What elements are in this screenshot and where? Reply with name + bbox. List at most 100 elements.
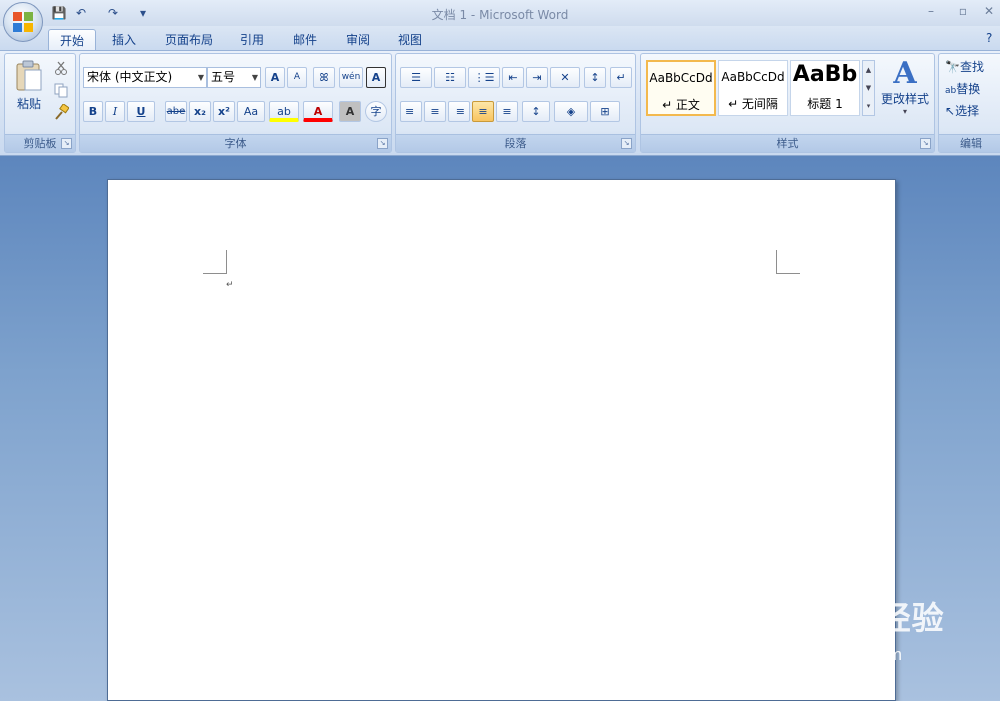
italic-button[interactable]: I <box>105 101 125 122</box>
font-name-value: 宋体 (中文正文) <box>87 70 173 84</box>
title-bar: 文档 1 - Microsoft Word 💾 ↶ ↷ ▾ – ▫ ✕ <box>0 0 1000 26</box>
strikethrough-button[interactable]: abe <box>165 101 187 122</box>
paragraph-launcher-icon[interactable]: ↘ <box>621 138 632 149</box>
enclose-char-button[interactable]: 字 <box>365 101 387 122</box>
change-styles-label: 更改样式 <box>880 92 929 106</box>
tab-page-layout[interactable]: 页面布局 <box>154 29 224 51</box>
tab-view[interactable]: 视图 <box>387 29 433 51</box>
borders-button[interactable]: ⊞ <box>590 101 620 122</box>
cut-icon[interactable] <box>53 60 69 76</box>
font-group-label: 字体 <box>80 134 391 152</box>
style-sample: AaBbCcDd <box>721 70 785 84</box>
minimize-button[interactable]: – <box>920 2 942 20</box>
bold-button[interactable]: B <box>83 101 103 122</box>
underline-button[interactable]: U <box>127 101 155 122</box>
font-name-combo[interactable]: 宋体 (中文正文) ▼ <box>83 67 207 88</box>
close-button[interactable]: ✕ <box>978 2 1000 20</box>
show-marks-button[interactable]: ↵ <box>610 67 632 88</box>
office-button[interactable] <box>3 2 43 42</box>
align-right-button[interactable]: ≡ <box>448 101 470 122</box>
grow-font-button[interactable]: A <box>265 67 285 88</box>
cursor-icon: ↖ <box>945 104 956 118</box>
undo-icon[interactable]: ↶ <box>72 4 90 22</box>
select-label: 选择 <box>955 104 980 118</box>
styles-scroll[interactable]: ▲ ▼ ▾ <box>862 60 875 116</box>
save-icon[interactable]: 💾 <box>50 4 68 22</box>
tab-references[interactable]: 引用 <box>229 29 275 51</box>
editing-group: 🔭查找 ab替换 ↖选择 编辑 <box>938 53 1000 153</box>
style-name: 标题 1 <box>807 97 843 111</box>
redo-icon[interactable]: ↷ <box>104 4 122 22</box>
font-launcher-icon[interactable]: ↘ <box>377 138 388 149</box>
binoculars-icon: 🔭 <box>945 60 960 74</box>
replace-button[interactable]: ab替换 <box>945 80 980 97</box>
decrease-indent-button[interactable]: ⇤ <box>502 67 524 88</box>
numbering-button[interactable]: ☷ <box>434 67 466 88</box>
paste-button[interactable]: 粘贴 <box>9 58 49 122</box>
ribbon-tab-bar: 开始 插入 页面布局 引用 邮件 审阅 视图 ? <box>0 26 1000 51</box>
help-icon[interactable]: ? <box>986 31 992 45</box>
style-name: ↵ 正文 <box>662 98 700 112</box>
customize-qat-icon[interactable]: ▾ <box>134 4 152 22</box>
chevron-down-icon: ▾ <box>902 107 907 116</box>
clipboard-group: 粘贴 剪贴板 ↘ <box>4 53 76 153</box>
change-case-button[interactable]: Aa <box>237 101 265 122</box>
tab-mailings[interactable]: 邮件 <box>282 29 328 51</box>
paragraph-group: ☰ ☷ ⋮☰ ⇤ ⇥ ✕ ↕ ↵ ≡ ≡ ≡ ≡ ≡ ↕ ◈ ⊞ 段落 ↘ <box>395 53 636 153</box>
tab-home[interactable]: 开始 <box>48 29 97 51</box>
editing-group-label: 编辑 <box>939 134 1000 152</box>
multilevel-list-button[interactable]: ⋮☰ <box>468 67 500 88</box>
line-spacing-button[interactable]: ↕ <box>522 101 550 122</box>
chinese-layout-button[interactable]: ✕ <box>550 67 580 88</box>
chevron-down-icon: ▼ <box>251 73 258 82</box>
style-normal[interactable]: AaBbCcDd ↵ 正文 <box>646 60 716 116</box>
format-painter-icon[interactable] <box>53 103 70 120</box>
justify-button[interactable]: ≡ <box>472 101 494 122</box>
margin-corner-right <box>776 250 800 274</box>
sort-button[interactable]: ↕ <box>584 67 606 88</box>
watermark-url: jingyan.baidu.com <box>765 645 903 664</box>
margin-corner-left <box>203 250 227 274</box>
select-button[interactable]: ↖选择 <box>945 102 979 119</box>
styles-launcher-icon[interactable]: ↘ <box>920 138 931 149</box>
char-shading-button[interactable]: A <box>339 101 361 122</box>
change-styles-button[interactable]: A 更改样式 ▾ <box>878 58 932 128</box>
chevron-down-icon: ▼ <box>197 73 204 82</box>
style-sample: AaBbCcDd <box>649 71 713 85</box>
increase-indent-button[interactable]: ⇥ <box>526 67 548 88</box>
replace-icon: ab <box>945 86 957 96</box>
distribute-button[interactable]: ≡ <box>496 101 518 122</box>
superscript-button[interactable]: x² <box>213 101 235 122</box>
phonetic-guide-button[interactable]: wén <box>339 67 363 88</box>
watermark-brand: Bai du 经验 <box>765 600 945 636</box>
clipboard-launcher-icon[interactable]: ↘ <box>61 138 72 149</box>
style-heading-1[interactable]: AaBb 标题 1 <box>790 60 860 116</box>
restore-button[interactable]: ▫ <box>952 2 974 20</box>
find-button[interactable]: 🔭查找 <box>945 58 984 75</box>
style-sample: AaBb <box>792 62 858 87</box>
font-group: 宋体 (中文正文) ▼ 五号 ▼ A A ꕤ wén A B I U abe x₂ … <box>79 53 392 153</box>
char-border-button[interactable]: A <box>366 67 386 88</box>
shrink-font-button[interactable]: A <box>287 67 307 88</box>
copy-icon[interactable] <box>53 82 69 98</box>
find-label: 查找 <box>959 60 984 74</box>
font-size-combo[interactable]: 五号 ▼ <box>207 67 261 88</box>
tab-insert[interactable]: 插入 <box>101 29 147 51</box>
replace-label: 替换 <box>956 82 981 96</box>
font-size-value: 五号 <box>211 70 236 84</box>
baidu-watermark: Bai du 经验 jingyan.baidu.com <box>765 593 955 683</box>
highlight-button[interactable]: ab <box>269 101 299 122</box>
shading-button[interactable]: ◈ <box>554 101 588 122</box>
font-color-button[interactable]: A <box>303 101 333 122</box>
paragraph-mark: ↵ <box>226 280 234 290</box>
clear-format-button[interactable]: ꕤ <box>313 67 335 88</box>
bullets-button[interactable]: ☰ <box>400 67 432 88</box>
style-no-spacing[interactable]: AaBbCcDd ↵ 无间隔 <box>718 60 788 116</box>
styles-group-label: 样式 <box>641 134 934 152</box>
align-center-button[interactable]: ≡ <box>424 101 446 122</box>
paragraph-group-label: 段落 <box>396 134 635 152</box>
subscript-button[interactable]: x₂ <box>189 101 211 122</box>
align-left-button[interactable]: ≡ <box>400 101 422 122</box>
tab-review[interactable]: 审阅 <box>335 29 381 51</box>
change-styles-icon: A <box>893 56 917 91</box>
